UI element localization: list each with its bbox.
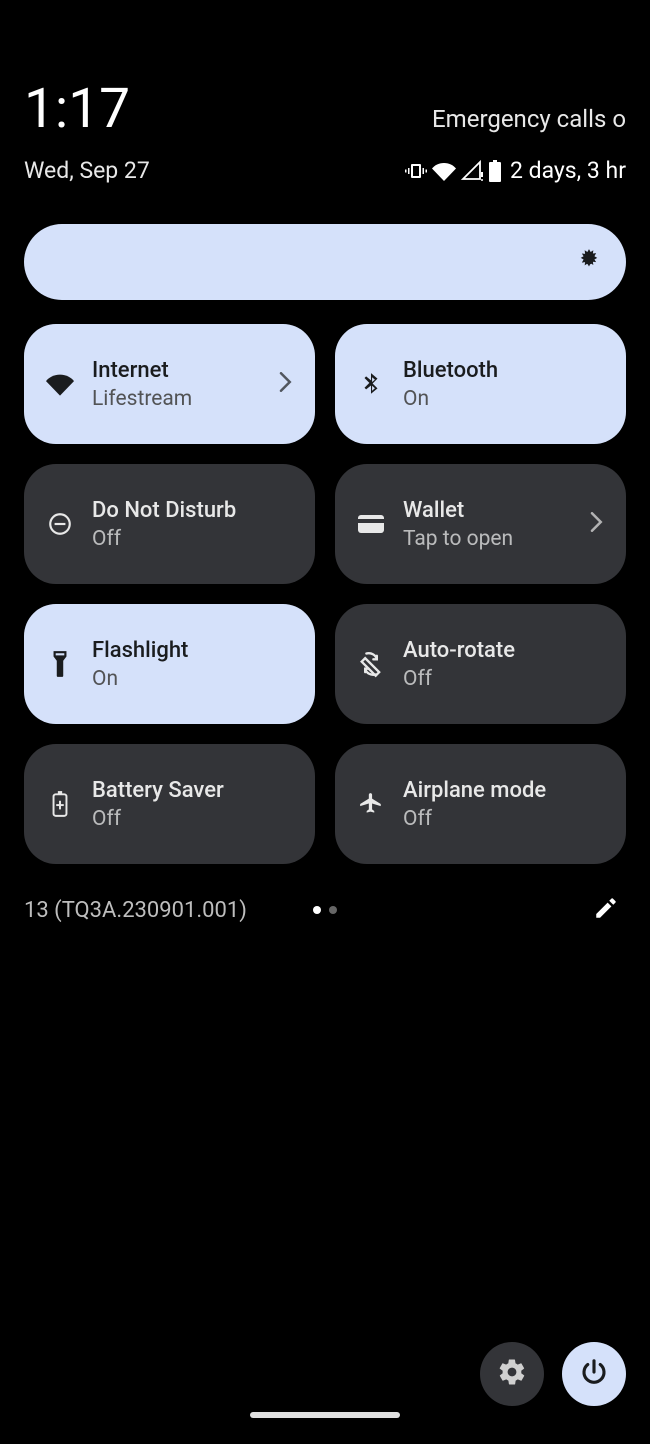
dnd-tile[interactable]: Do Not Disturb Off	[24, 464, 315, 584]
tile-title: Internet	[92, 358, 261, 383]
internet-tile[interactable]: Internet Lifestream	[24, 324, 315, 444]
wallet-icon	[357, 513, 385, 535]
brightness-slider[interactable]	[24, 224, 626, 300]
tile-title: Do Not Disturb	[92, 498, 293, 523]
battery-saver-icon	[46, 790, 74, 818]
quick-settings-header: 1:17 Emergency calls o	[0, 0, 650, 137]
tile-title: Battery Saver	[92, 778, 293, 803]
tile-title: Bluetooth	[403, 358, 604, 383]
tile-subtitle: Off	[403, 807, 604, 831]
power-icon	[579, 1357, 609, 1391]
batterysaver-tile[interactable]: Battery Saver Off	[24, 744, 315, 864]
autorotate-tile[interactable]: Auto-rotate Off	[335, 604, 626, 724]
bluetooth-tile[interactable]: Bluetooth On	[335, 324, 626, 444]
brightness-icon	[576, 247, 602, 277]
chevron-right-icon	[590, 512, 604, 536]
tile-title: Auto-rotate	[403, 638, 604, 663]
tile-subtitle: Off	[403, 667, 604, 691]
emergency-calls-label: Emergency calls o	[432, 105, 626, 137]
page-dot	[329, 906, 337, 914]
dnd-icon	[46, 511, 74, 537]
battery-icon	[488, 159, 502, 183]
build-label: 13 (TQ3A.230901.001)	[24, 898, 247, 923]
gear-icon	[497, 1357, 527, 1391]
quick-settings-subheader: Wed, Sep 27 2 days, 3 hr	[0, 137, 650, 184]
pencil-icon	[593, 895, 619, 925]
autorotate-icon	[357, 650, 385, 678]
clock-time: 1:17	[24, 82, 130, 137]
settings-button[interactable]	[480, 1342, 544, 1406]
date-label[interactable]: Wed, Sep 27	[24, 157, 150, 184]
power-button[interactable]	[562, 1342, 626, 1406]
tile-subtitle: Off	[92, 807, 293, 831]
navigation-pill[interactable]	[250, 1412, 400, 1418]
airplane-icon	[357, 791, 385, 817]
page-indicator	[313, 906, 337, 914]
signal-alert-icon	[460, 159, 484, 183]
vibrate-icon	[404, 159, 428, 183]
airplane-tile[interactable]: Airplane mode Off	[335, 744, 626, 864]
tile-subtitle: Tap to open	[403, 527, 572, 551]
bluetooth-icon	[357, 371, 385, 397]
tile-subtitle: Off	[92, 527, 293, 551]
page-dot	[313, 906, 321, 914]
flashlight-icon	[46, 650, 74, 678]
bottom-bar	[0, 1330, 650, 1420]
flashlight-tile[interactable]: Flashlight On	[24, 604, 315, 724]
edit-button[interactable]	[586, 890, 626, 930]
tile-subtitle: Lifestream	[92, 387, 261, 411]
status-icons: 2 days, 3 hr	[404, 157, 626, 184]
battery-estimate-label: 2 days, 3 hr	[510, 157, 626, 184]
wifi-icon	[432, 159, 456, 183]
wallet-tile[interactable]: Wallet Tap to open	[335, 464, 626, 584]
tile-title: Flashlight	[92, 638, 293, 663]
wifi-icon	[46, 370, 74, 398]
quick-settings-tiles: Internet Lifestream Bluetooth On Do Not …	[0, 300, 650, 864]
tile-subtitle: On	[92, 667, 293, 691]
quick-settings-footer: 13 (TQ3A.230901.001)	[0, 864, 650, 930]
tile-title: Airplane mode	[403, 778, 604, 803]
tile-subtitle: On	[403, 387, 604, 411]
chevron-right-icon	[279, 372, 293, 396]
tile-title: Wallet	[403, 498, 572, 523]
